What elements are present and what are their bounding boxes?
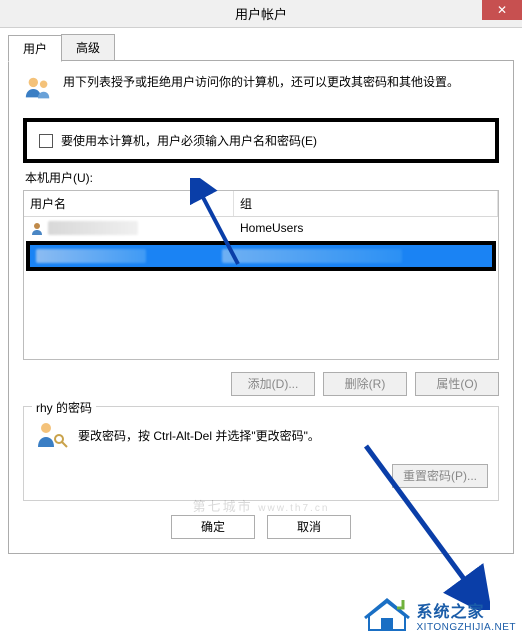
selected-row-highlight <box>26 241 496 271</box>
password-legend: rhy 的密码 <box>32 399 96 416</box>
dialog-bottom-buttons: 确定 取消 <box>23 515 499 539</box>
require-login-row: 要使用本计算机，用户必须输入用户名和密码(E) <box>23 118 499 163</box>
intro-row: 用下列表授予或拒绝用户访问你的计算机，还可以更改其密码和其他设置。 <box>23 73 499 106</box>
tab-strip: 用户 高级 <box>8 34 514 61</box>
brand-name: 系统之家 <box>417 598 517 622</box>
column-username[interactable]: 用户名 <box>24 191 234 216</box>
properties-button[interactable]: 属性(O) <box>415 372 499 396</box>
username-blurred <box>48 221 138 235</box>
list-header: 用户名 组 <box>24 191 498 217</box>
username-blurred <box>36 249 146 263</box>
user-action-buttons: 添加(D)... 删除(R) 属性(O) <box>23 372 499 396</box>
brand-watermark: 系统之家 XITONGZHIJIA.NET <box>363 596 517 635</box>
table-row[interactable] <box>30 245 492 267</box>
tab-content-users: 用下列表授予或拒绝用户访问你的计算机，还可以更改其密码和其他设置。 要使用本计算… <box>8 60 514 554</box>
user-key-icon <box>34 417 68 454</box>
require-login-checkbox[interactable] <box>39 134 53 148</box>
close-button[interactable]: ✕ <box>482 0 522 20</box>
dialog-body: 用户 高级 用下列表授予或拒绝用户访问你的计算机，还可以更改其密码和其他设置。 … <box>0 28 522 562</box>
cancel-button[interactable]: 取消 <box>267 515 351 539</box>
tab-users[interactable]: 用户 <box>8 35 62 62</box>
group-blurred <box>222 249 402 263</box>
titlebar: 用户帐户 ✕ <box>0 0 522 28</box>
user-list[interactable]: 用户名 组 HomeUsers <box>23 190 499 360</box>
house-icon <box>363 596 411 635</box>
table-row[interactable]: HomeUsers <box>24 217 498 239</box>
window-title: 用户帐户 <box>0 4 522 23</box>
remove-button[interactable]: 删除(R) <box>323 372 407 396</box>
password-fieldset: rhy 的密码 要改密码，按 Ctrl-Alt-Del 并选择"更改密码"。 重… <box>23 406 499 501</box>
require-login-label: 要使用本计算机，用户必须输入用户名和密码(E) <box>61 132 317 149</box>
users-section-label: 本机用户(U): <box>25 169 499 186</box>
reset-password-button[interactable]: 重置密码(P)... <box>392 464 488 488</box>
password-text: 要改密码，按 Ctrl-Alt-Del 并选择"更改密码"。 <box>78 427 320 444</box>
password-row: 要改密码，按 Ctrl-Alt-Del 并选择"更改密码"。 <box>34 417 488 454</box>
brand-url: XITONGZHIJIA.NET <box>417 622 517 633</box>
group-cell: HomeUsers <box>234 219 498 237</box>
user-icon <box>30 221 44 235</box>
add-button[interactable]: 添加(D)... <box>231 372 315 396</box>
tab-advanced[interactable]: 高级 <box>61 34 115 61</box>
intro-text: 用下列表授予或拒绝用户访问你的计算机，还可以更改其密码和其他设置。 <box>63 73 499 91</box>
column-group[interactable]: 组 <box>234 191 498 216</box>
users-icon <box>23 73 53 106</box>
ok-button[interactable]: 确定 <box>171 515 255 539</box>
